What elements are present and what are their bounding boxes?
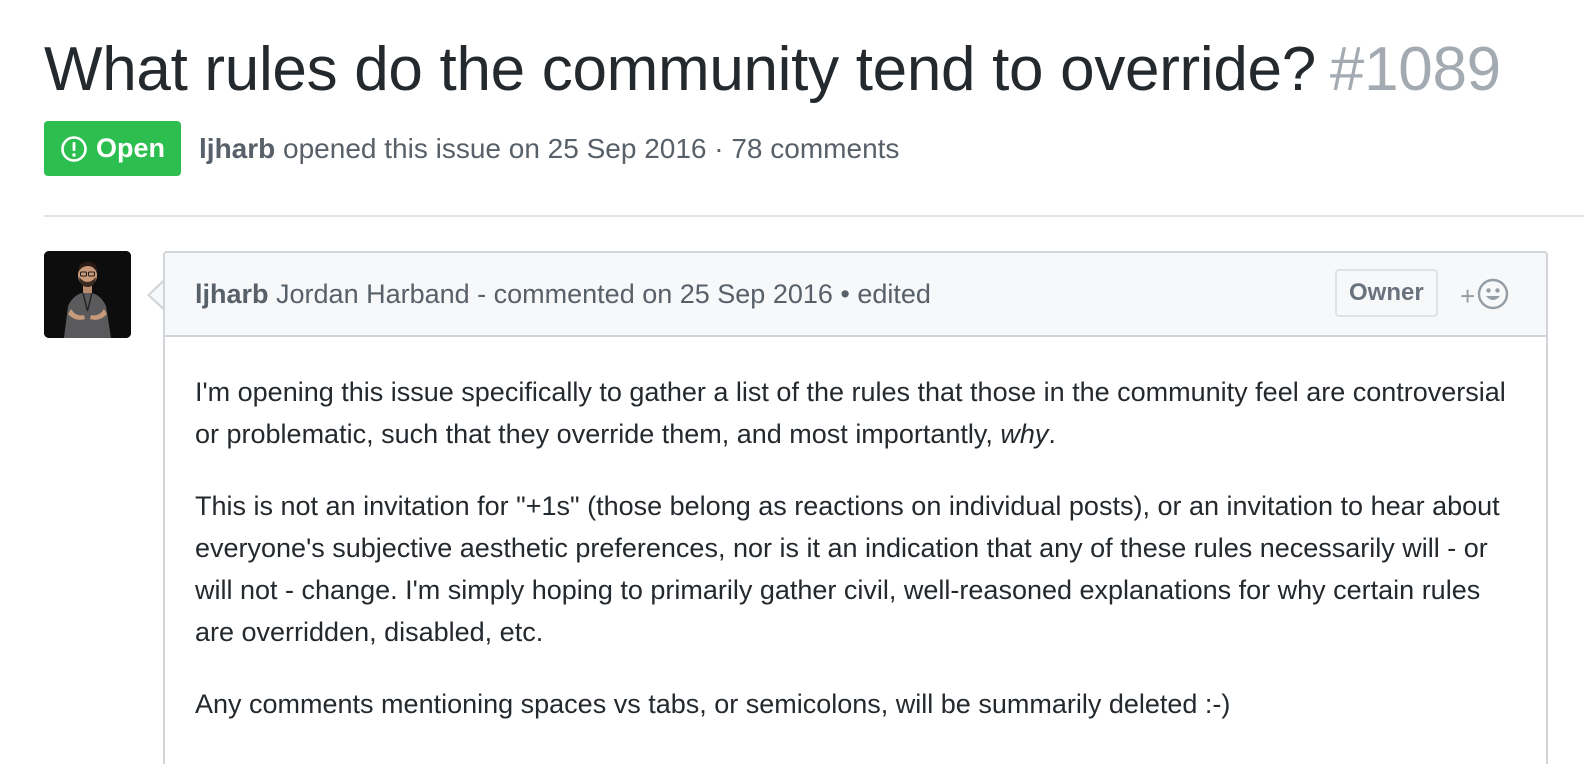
issue-state-label: Open	[96, 133, 166, 163]
comment-header-meta: Jordan Harband - commented on 25 Sep 201…	[276, 278, 931, 309]
issue-meta: Open ljharb opened this issue on 25 Sep …	[44, 121, 899, 176]
issue-state-badge: Open	[44, 121, 182, 176]
issue-page: What rules do the community tend to over…	[0, 0, 1584, 764]
comment-paragraph-2: This is not an invitation for "+1s" (tho…	[195, 491, 1500, 647]
issue-title-row: What rules do the community tend to over…	[44, 30, 1501, 110]
comment-paragraph-3: Any comments mentioning spaces vs tabs, …	[195, 689, 1231, 719]
comment-author-link[interactable]: ljharb	[195, 279, 269, 309]
paragraph-1-end: .	[1048, 419, 1056, 449]
issue-meta-text: ljharb opened this issue on 25 Sep 2016 …	[199, 133, 899, 165]
issue-number: #1089	[1329, 35, 1501, 104]
comment-body: I'm opening this issue specifically to g…	[165, 337, 1546, 725]
issue-comment: ljharb Jordan Harband - commented on 25 …	[163, 251, 1548, 764]
comment-header: ljharb Jordan Harband - commented on 25 …	[165, 253, 1546, 337]
avatar[interactable]	[44, 251, 131, 338]
issue-author-link[interactable]: ljharb	[199, 133, 275, 164]
comment-paragraph-1: I'm opening this issue specifically to g…	[195, 371, 1516, 455]
paragraph-1-text: I'm opening this issue specifically to g…	[195, 377, 1506, 449]
issue-opened-text: opened this issue on 25 Sep 2016 · 78 co…	[283, 132, 900, 164]
comment-header-text: ljharb Jordan Harband - commented on 25 …	[195, 279, 931, 310]
issue-opened-icon	[60, 135, 88, 163]
header-divider	[44, 215, 1584, 217]
paragraph-1-emphasis: why	[1000, 419, 1049, 449]
add-reaction-button[interactable]: +	[1460, 278, 1509, 315]
issue-title: What rules do the community tend to over…	[44, 35, 1316, 104]
comment-arrow-fill	[150, 282, 164, 308]
owner-badge: Owner	[1335, 269, 1438, 317]
plus-icon: +	[1460, 280, 1476, 311]
smiley-icon	[1477, 278, 1509, 315]
